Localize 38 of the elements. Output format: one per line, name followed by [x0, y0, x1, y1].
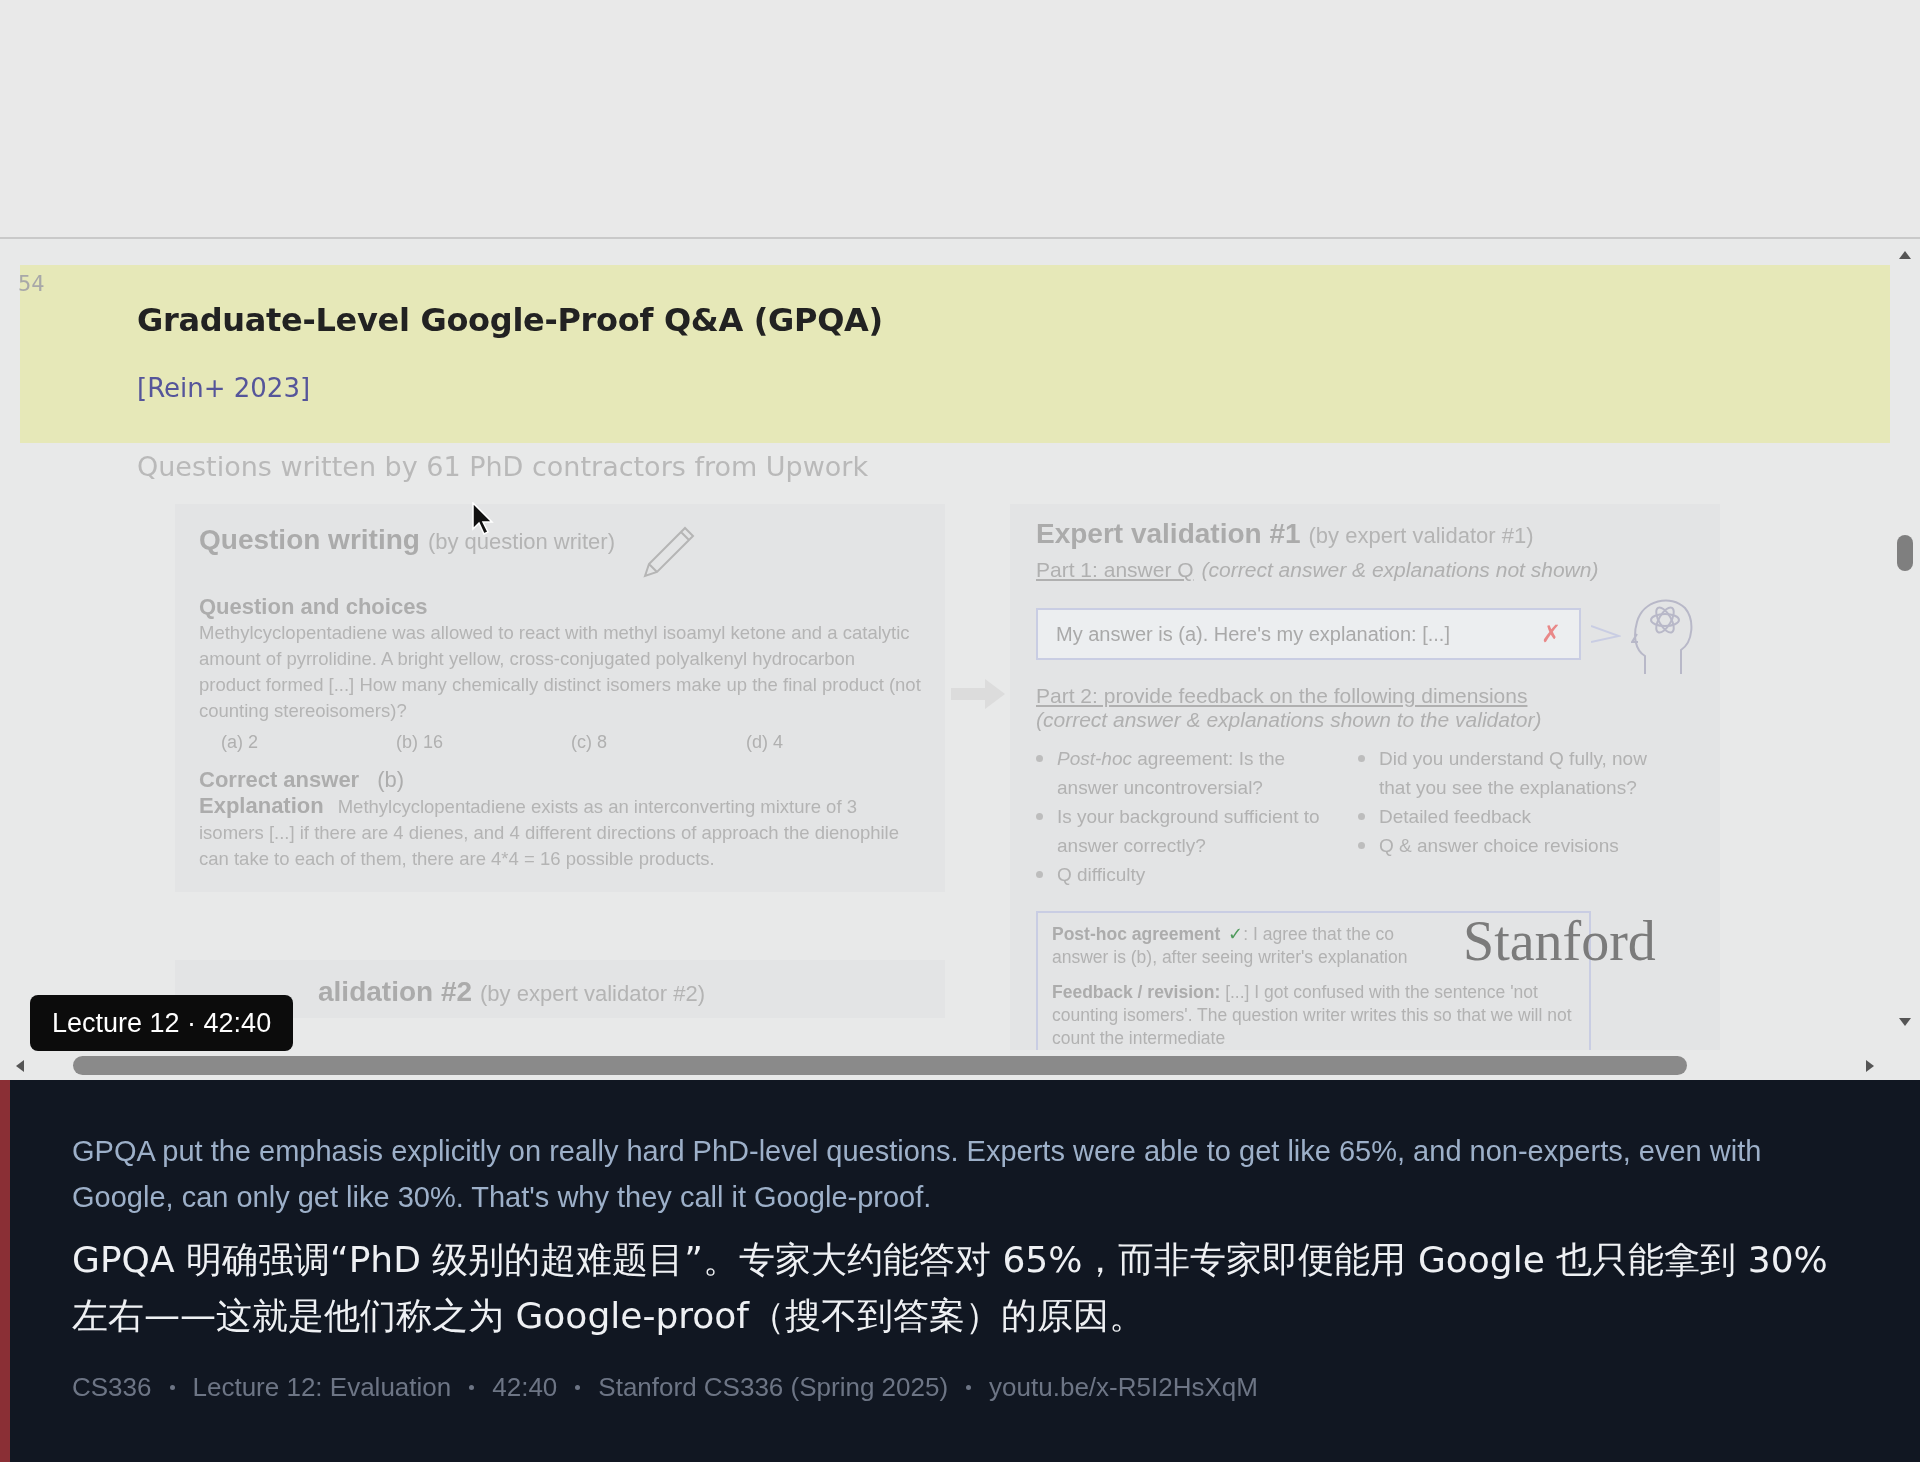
bullet-icon	[1036, 871, 1043, 878]
scroll-thumb[interactable]	[1897, 535, 1913, 571]
scroll-right-icon[interactable]	[1864, 1059, 1876, 1073]
panel-heading: alidation #2	[318, 976, 473, 1008]
answer-text: My answer is (a). Here's my explanation: [...]	[1056, 622, 1450, 646]
pen-icon	[640, 524, 697, 580]
separator-icon	[169, 1385, 175, 1390]
scroll-down-icon[interactable]	[1898, 1016, 1912, 1028]
bullet-icon	[1358, 842, 1365, 849]
timestamp-badge: Lecture 12 · 42:40	[30, 995, 294, 1051]
panel-heading: Question writing	[199, 524, 420, 556]
separator-icon	[966, 1385, 972, 1390]
line-number: 54	[18, 271, 45, 296]
english-caption: GPQA put the emphasis explicitly on really hard PhD-level questions. Experts were able to get like 65%, and non-experts, even with Google, can only get like 30%. That's why they call it Google-proof.	[72, 1134, 1763, 1215]
section-label: Correct answer	[199, 767, 360, 793]
bubble-tail-icon	[1591, 622, 1621, 646]
meta-item: 42:40	[492, 1372, 558, 1403]
scroll-thumb[interactable]	[73, 1056, 1687, 1075]
scroll-up-icon[interactable]	[1898, 249, 1912, 261]
stanford-logo: Stanford	[1463, 913, 1656, 969]
correct-answer: (b)	[377, 767, 405, 793]
bullet-icon	[1358, 813, 1365, 820]
scroll-left-icon[interactable]	[14, 1059, 26, 1073]
section-label: Question and choices	[199, 594, 429, 620]
bullet-icon	[1036, 813, 1043, 820]
meta-item: youtu.be/x-R5I2HsXqM	[989, 1372, 1258, 1403]
panel-heading: Expert validation #1	[1036, 518, 1301, 550]
meta-item: Stanford CS336 (Spring 2025)	[598, 1372, 949, 1403]
meta-item: CS336	[72, 1372, 152, 1403]
chinese-caption: GPQA 明确强调“PhD 级别的超难题目”。专家大约能答对 65%，而非专家即便能用 Google 也只能拿到 30% 左右——这就是他们称之为 Google-proof（搜不到答案）的原因。	[72, 1238, 1829, 1338]
meta-item: Lecture 12: Evaluation	[192, 1372, 452, 1403]
wrong-mark: ✗	[1541, 620, 1561, 648]
bullet-icon	[1358, 755, 1365, 762]
citation-link[interactable]: [Rein+ 2023]	[137, 373, 311, 403]
bullet-icon	[1036, 755, 1043, 762]
separator-icon	[575, 1385, 581, 1390]
slide-title: Graduate-Level Google-Proof Q&A (GPQA)	[137, 301, 883, 339]
separator-icon	[469, 1385, 475, 1390]
